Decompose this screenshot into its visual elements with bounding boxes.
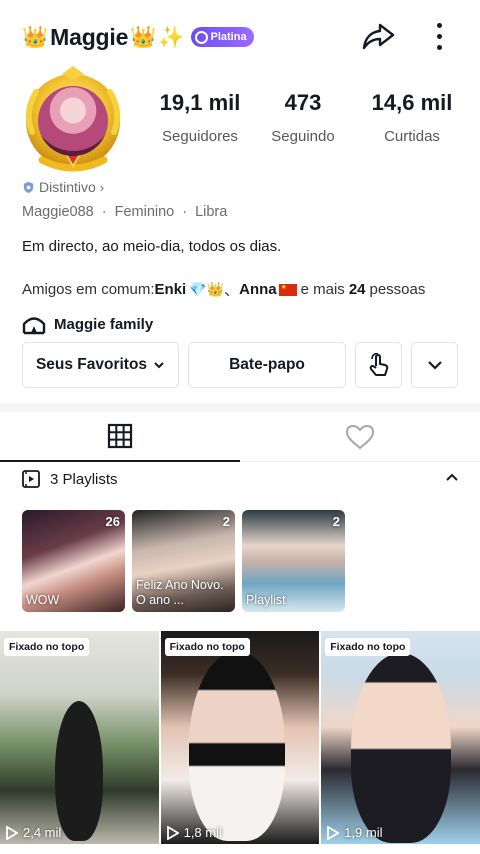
platina-label: Platina — [210, 31, 247, 43]
following-count: 473 — [284, 90, 322, 115]
platina-badge[interactable]: Platina — [190, 27, 254, 47]
pinned-badge: Fixado no topo — [4, 638, 90, 656]
followers-count: 19,1 mil — [159, 90, 241, 115]
suggested-accounts-button[interactable] — [411, 342, 458, 388]
family-label: Maggie family — [54, 315, 154, 333]
china-flag-icon — [278, 283, 297, 296]
view-count: 1,9 mil — [327, 825, 382, 840]
playlist-icon — [22, 470, 40, 488]
following-label: Seguindo — [271, 128, 335, 145]
more-options-button[interactable] — [424, 18, 454, 54]
stat-followers[interactable]: 19,1 mil Seguidores — [150, 90, 250, 145]
profile-stats: 19,1 mil Seguidores 473 Seguindo 14,6 mi… — [150, 90, 470, 145]
sparkle-emoji: ✨ — [158, 25, 185, 49]
playlist-card[interactable]: 26 WOW — [22, 510, 125, 612]
person-figure — [55, 701, 103, 841]
play-icon — [6, 825, 18, 840]
stat-following[interactable]: 473 Seguindo — [250, 90, 356, 145]
video-thumbnail[interactable]: Fixado no topo 2,4 mil — [0, 631, 159, 844]
avatar-photo — [38, 86, 108, 156]
friends-prefix: Amigos em comum: — [22, 281, 155, 298]
playlist-card[interactable]: 2 Feliz Ano Novo. O ano ... — [132, 510, 235, 612]
videos-grid-icon — [107, 423, 133, 449]
playlists-row: 26 WOW 2 Feliz Ano Novo. O ano ... 2 Pla… — [22, 510, 345, 612]
tab-videos[interactable] — [0, 412, 240, 462]
friend-name: Enki — [154, 281, 187, 298]
crown-emoji-left: 👑 — [22, 25, 49, 49]
playlist-count: 2 — [222, 514, 230, 529]
chevron-up-icon[interactable] — [444, 470, 460, 486]
chevron-down-icon — [427, 361, 442, 370]
pinned-badge: Fixado no topo — [325, 638, 411, 656]
content-tabs — [0, 412, 480, 462]
playlist-caption: Playlist — [246, 593, 286, 607]
playlist-caption: Feliz Ano Novo. O ano ... — [136, 578, 224, 607]
followers-label: Seguidores — [162, 128, 238, 145]
playlist-count: 2 — [332, 514, 340, 529]
username-row: 👑 Maggie 👑 ✨ Platina — [22, 22, 254, 52]
family-link[interactable]: Maggie family — [22, 313, 153, 335]
friends-separator: 、 — [224, 282, 240, 299]
play-icon — [327, 825, 340, 840]
playlists-header[interactable]: 3 Playlists — [22, 468, 460, 490]
friend-name: Anna — [239, 281, 277, 298]
zodiac-sign: Libra — [195, 204, 228, 220]
view-count-value: 1,8 mil — [183, 825, 222, 840]
playlist-caption: WOW — [26, 593, 60, 607]
badge-link[interactable]: Distintivo › — [22, 179, 104, 195]
play-icon — [166, 825, 179, 840]
handle: Maggie088 — [22, 204, 94, 220]
view-count-value: 1,9 mil — [344, 825, 383, 840]
video-grid: Fixado no topo 2,4 mil Fixado no topo 1,… — [0, 631, 480, 844]
username: Maggie — [50, 23, 129, 50]
favorites-button[interactable]: Seus Favoritos — [22, 342, 179, 388]
family-house-icon — [22, 317, 46, 335]
meta-separator: · — [182, 204, 188, 220]
gender: Feminino — [114, 204, 175, 220]
stat-likes[interactable]: 14,6 mil Curtidas — [356, 90, 468, 145]
view-count: 1,8 mil — [166, 825, 222, 840]
video-thumbnail[interactable]: Fixado no topo 1,8 mil — [160, 631, 320, 844]
tab-liked[interactable] — [240, 412, 480, 462]
share-button[interactable] — [360, 18, 396, 54]
view-count: 2,4 mil — [6, 825, 61, 840]
gift-tap-button[interactable] — [355, 342, 402, 388]
person-figure — [188, 651, 285, 841]
more-icon — [436, 22, 442, 28]
likes-count: 14,6 mil — [371, 90, 453, 115]
profile-meta: Maggie088 · Feminino · Libra — [22, 204, 227, 220]
video-thumbnail[interactable]: Fixado no topo 1,9 mil — [321, 631, 480, 844]
favorites-label: Seus Favoritos — [35, 356, 148, 373]
shield-icon — [23, 181, 34, 193]
chevron-right-icon: › — [99, 179, 105, 195]
friends-suffix: pessoas — [369, 281, 426, 298]
section-divider — [0, 403, 480, 412]
person-figure — [351, 653, 452, 843]
likes-label: Curtidas — [384, 128, 440, 145]
playlists-heading: 3 Playlists — [50, 470, 118, 488]
avatar[interactable] — [14, 62, 132, 180]
friend-emoji: 💎👑 — [189, 281, 225, 297]
chevron-down-icon — [154, 362, 164, 369]
platina-icon — [194, 30, 208, 44]
chat-button[interactable]: Bate-papo — [188, 342, 346, 388]
meta-separator: · — [101, 204, 107, 220]
chat-label: Bate-papo — [229, 356, 305, 373]
friends-and-more: e mais — [300, 281, 345, 298]
pinned-badge: Fixado no topo — [164, 638, 250, 656]
view-count-value: 2,4 mil — [23, 825, 62, 840]
friends-count: 24 — [348, 281, 366, 298]
badge-label: Distintivo — [39, 179, 96, 195]
share-icon — [362, 23, 395, 50]
bio-text: Em directo, ao meio-dia, todos os dias. — [22, 238, 282, 255]
playlist-card[interactable]: 2 Playlist — [242, 510, 345, 612]
hand-tap-icon — [369, 353, 388, 376]
playlist-count: 26 — [105, 514, 120, 529]
liked-heart-icon — [345, 424, 375, 450]
crown-emoji-right: 👑 — [130, 25, 157, 49]
mutual-friends[interactable]: Amigos em comum: Enki 💎👑 、 Anna e mais 2… — [22, 279, 425, 300]
